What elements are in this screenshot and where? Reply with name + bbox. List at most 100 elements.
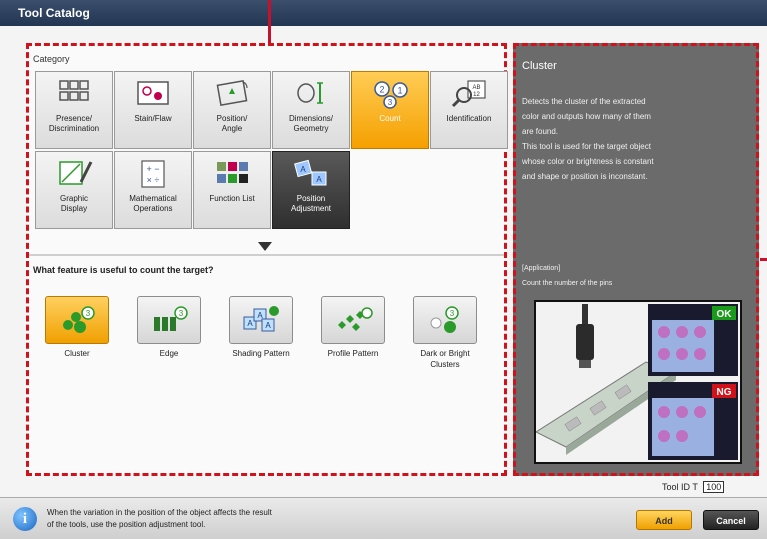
tile-presence-discrimination[interactable]: Presence/ Discrimination bbox=[35, 71, 113, 149]
svg-text:AB: AB bbox=[472, 85, 480, 91]
tool-catalog-window: Tool Catalog Category Presence/ Discrimi… bbox=[0, 0, 767, 539]
tile-label: Adjustment bbox=[290, 204, 332, 213]
description-line: whose color or brightness is constant bbox=[522, 157, 654, 166]
option-label-edge: Edge bbox=[159, 349, 179, 358]
svg-text:A: A bbox=[300, 165, 306, 174]
window-title: Tool Catalog bbox=[0, 0, 767, 26]
option-label-profile-pattern: Profile Pattern bbox=[327, 349, 379, 358]
tile-stain-flaw[interactable]: Stain/Flaw bbox=[114, 71, 192, 149]
cancel-button[interactable]: Cancel bbox=[703, 510, 759, 530]
feature-question: What feature is useful to count the targ… bbox=[33, 265, 214, 275]
tile-label: Presence/ bbox=[55, 114, 93, 123]
section-divider bbox=[29, 254, 504, 256]
grid-squares-icon bbox=[59, 80, 89, 101]
svg-text:3: 3 bbox=[86, 309, 91, 318]
tile-label: Operations bbox=[133, 204, 173, 213]
description-line: and shape or position is inconstant. bbox=[522, 172, 648, 181]
tile-label: Mathematical bbox=[129, 194, 177, 203]
category-panel: Category Presence/ Discrimination Stain/… bbox=[26, 43, 508, 476]
ng-label: NG bbox=[717, 387, 732, 398]
details-title: Cluster bbox=[522, 60, 557, 72]
expand-arrow-icon bbox=[258, 242, 272, 251]
tile-label: Discrimination bbox=[48, 124, 100, 133]
tile-label: Stain/Flaw bbox=[134, 114, 172, 123]
tile-label: Angle bbox=[221, 124, 243, 133]
shading-pattern-icon: A A A bbox=[243, 306, 279, 332]
svg-text:1: 1 bbox=[397, 86, 402, 96]
tile-label: Position bbox=[296, 194, 326, 203]
tile-label: Graphic bbox=[59, 194, 88, 203]
tile-dimensions-geometry[interactable]: Dimensions/ Geometry bbox=[272, 71, 350, 149]
cluster-icon: 3 bbox=[63, 306, 95, 333]
callout-line-top bbox=[268, 0, 271, 44]
info-icon: i bbox=[13, 507, 37, 531]
position-angle-icon bbox=[216, 80, 248, 106]
callout-line-right bbox=[760, 258, 767, 261]
description-line: This tool is used for the target object bbox=[522, 142, 651, 151]
count-circles-icon: 2 1 3 bbox=[374, 81, 408, 109]
tile-label: Dimensions/ bbox=[288, 114, 333, 123]
details-panel: Cluster Detects the cluster of the extra… bbox=[513, 43, 759, 476]
application-text: Count the number of the pins bbox=[522, 280, 613, 287]
graphic-display-icon bbox=[59, 161, 93, 185]
option-label-shading-pattern: Shading Pattern bbox=[232, 349, 290, 358]
application-illustration: OK NG bbox=[534, 300, 742, 464]
svg-text:A: A bbox=[316, 175, 322, 184]
tile-count[interactable]: 2 1 3 Count bbox=[351, 71, 429, 149]
tile-label: Count bbox=[379, 114, 401, 123]
tile-position-angle[interactable]: Position/ Angle bbox=[193, 71, 271, 149]
option-dark-bright-clusters[interactable]: 3 bbox=[413, 296, 477, 344]
tile-label: Display bbox=[60, 204, 88, 213]
application-header: [Application] bbox=[522, 265, 561, 272]
option-cluster[interactable]: 3 bbox=[45, 296, 109, 344]
option-label-line: Dark or Bright bbox=[420, 349, 470, 358]
description-line: are found. bbox=[522, 127, 559, 136]
category-header: Category bbox=[33, 54, 70, 64]
position-adjustment-icon: A A bbox=[294, 159, 327, 186]
add-button[interactable]: Add bbox=[636, 510, 692, 530]
tile-position-adjustment[interactable]: A A Position Adjustment bbox=[272, 151, 350, 229]
tile-label: Function List bbox=[209, 194, 255, 203]
tile-label: Position/ bbox=[216, 114, 248, 123]
hint-line: of the tools, use the position adjustmen… bbox=[47, 520, 206, 529]
svg-text:3: 3 bbox=[450, 309, 455, 318]
tile-identification[interactable]: AB 12 Identification bbox=[430, 71, 508, 149]
tile-mathematical-operations[interactable]: + − × ÷ Mathematical Operations bbox=[114, 151, 192, 229]
edge-icon: 3 bbox=[154, 306, 188, 331]
hint-line: When the variation in the position of th… bbox=[47, 508, 272, 517]
tile-function-list[interactable]: Function List bbox=[193, 151, 271, 229]
svg-text:A: A bbox=[247, 319, 253, 328]
svg-text:3: 3 bbox=[179, 309, 184, 318]
svg-text:3: 3 bbox=[388, 98, 393, 107]
option-label-dark-bright-clusters: Dark or Bright Clusters bbox=[400, 348, 490, 370]
bottom-bar: i When the variation in the position of … bbox=[0, 497, 767, 539]
function-list-icon bbox=[217, 162, 248, 183]
svg-text:A: A bbox=[265, 321, 271, 330]
tool-id-label: Tool ID bbox=[662, 482, 691, 492]
svg-text:+ −: + − bbox=[146, 164, 159, 174]
ok-label: OK bbox=[717, 309, 733, 320]
option-profile-pattern[interactable] bbox=[321, 296, 385, 344]
math-operations-icon: + − × ÷ bbox=[141, 160, 165, 188]
details-description: Detects the cluster of the extracted col… bbox=[522, 94, 742, 184]
description-line: Detects the cluster of the extracted bbox=[522, 97, 646, 106]
svg-text:× ÷: × ÷ bbox=[147, 175, 160, 185]
stain-flaw-icon bbox=[137, 81, 169, 105]
profile-pattern-icon bbox=[338, 307, 373, 331]
hint-text: When the variation in the position of th… bbox=[47, 507, 467, 531]
option-label-line: Clusters bbox=[430, 360, 460, 369]
description-line: color and outputs how many of them bbox=[522, 112, 651, 121]
identification-icon: AB 12 bbox=[451, 80, 486, 108]
tile-label: Identification bbox=[446, 114, 492, 123]
option-shading-pattern[interactable]: A A A bbox=[229, 296, 293, 344]
option-edge[interactable]: 3 bbox=[137, 296, 201, 344]
svg-text:2: 2 bbox=[379, 85, 384, 95]
tool-id-prefix: T bbox=[692, 482, 698, 492]
tool-id: Tool ID T 100 bbox=[662, 481, 725, 493]
dimensions-icon bbox=[297, 82, 323, 104]
tool-id-value: 100 bbox=[703, 481, 725, 493]
tile-label: Geometry bbox=[293, 124, 329, 133]
dark-bright-clusters-icon: 3 bbox=[430, 306, 459, 333]
tile-graphic-display[interactable]: Graphic Display bbox=[35, 151, 113, 229]
svg-text:12: 12 bbox=[473, 92, 480, 98]
